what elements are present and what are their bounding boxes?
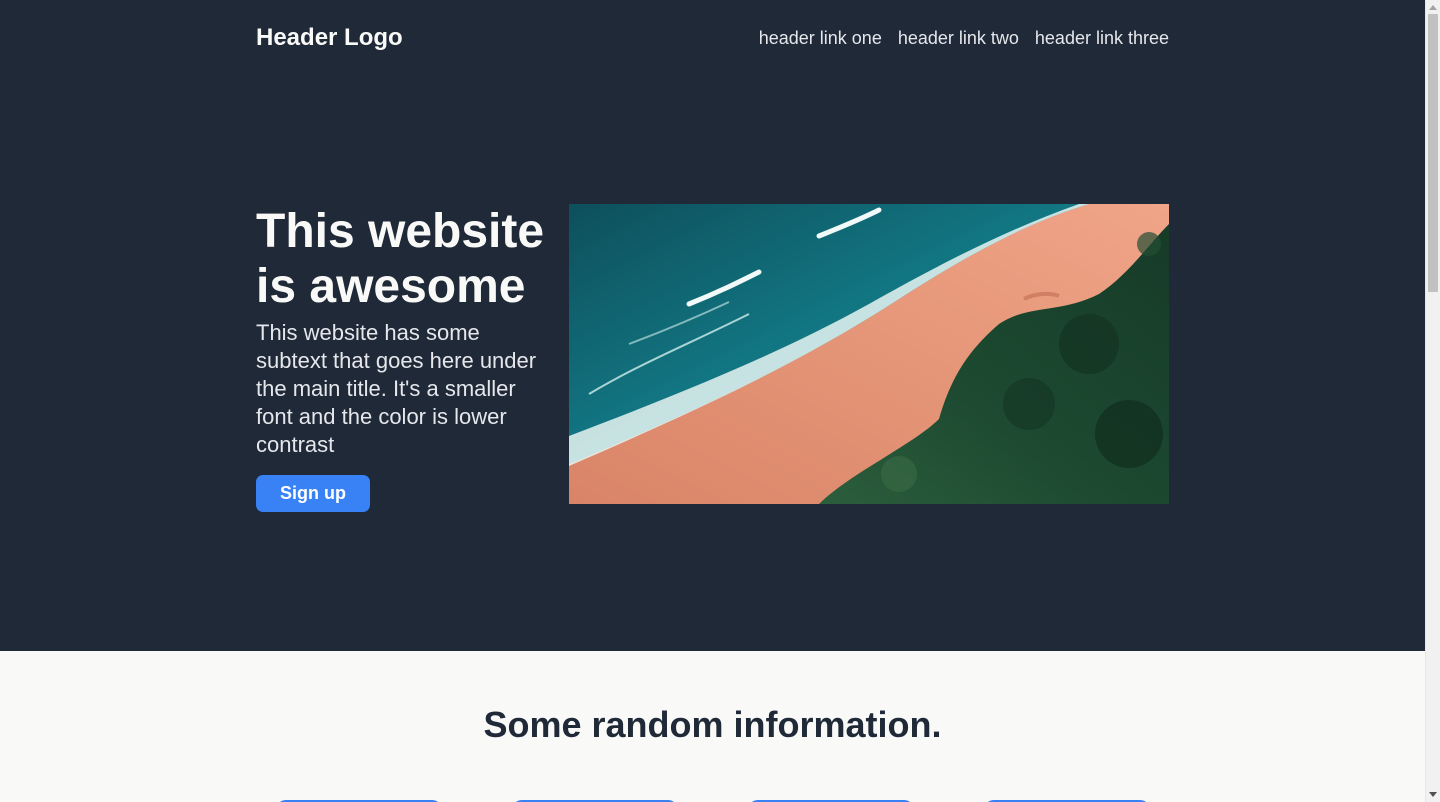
vertical-scrollbar[interactable] [1425, 0, 1440, 802]
hero-text: This website is awesome This website has… [256, 204, 556, 512]
scroll-up-arrow-icon[interactable] [1429, 5, 1437, 10]
header-logo[interactable]: Header Logo [256, 22, 403, 54]
scroll-thumb[interactable] [1428, 14, 1438, 292]
hero-subtext: This website has some subtext that goes … [256, 320, 537, 457]
aerial-beach-image [569, 204, 1169, 504]
info-title: Some random information. [483, 704, 942, 745]
signup-button[interactable]: Sign up [256, 475, 370, 512]
hero-section: Header Logo header link one header link … [0, 0, 1425, 651]
header-link-three[interactable]: header link three [1035, 27, 1169, 49]
hero-title: This website is awesome [256, 205, 545, 313]
scroll-down-arrow-icon[interactable] [1429, 792, 1437, 797]
page: Header Logo header link one header link … [0, 0, 1425, 802]
header-link-one[interactable]: header link one [759, 27, 882, 49]
header-nav: header link one header link two header l… [759, 27, 1169, 49]
header-link-two[interactable]: header link two [898, 27, 1019, 49]
hero-image [569, 204, 1169, 504]
